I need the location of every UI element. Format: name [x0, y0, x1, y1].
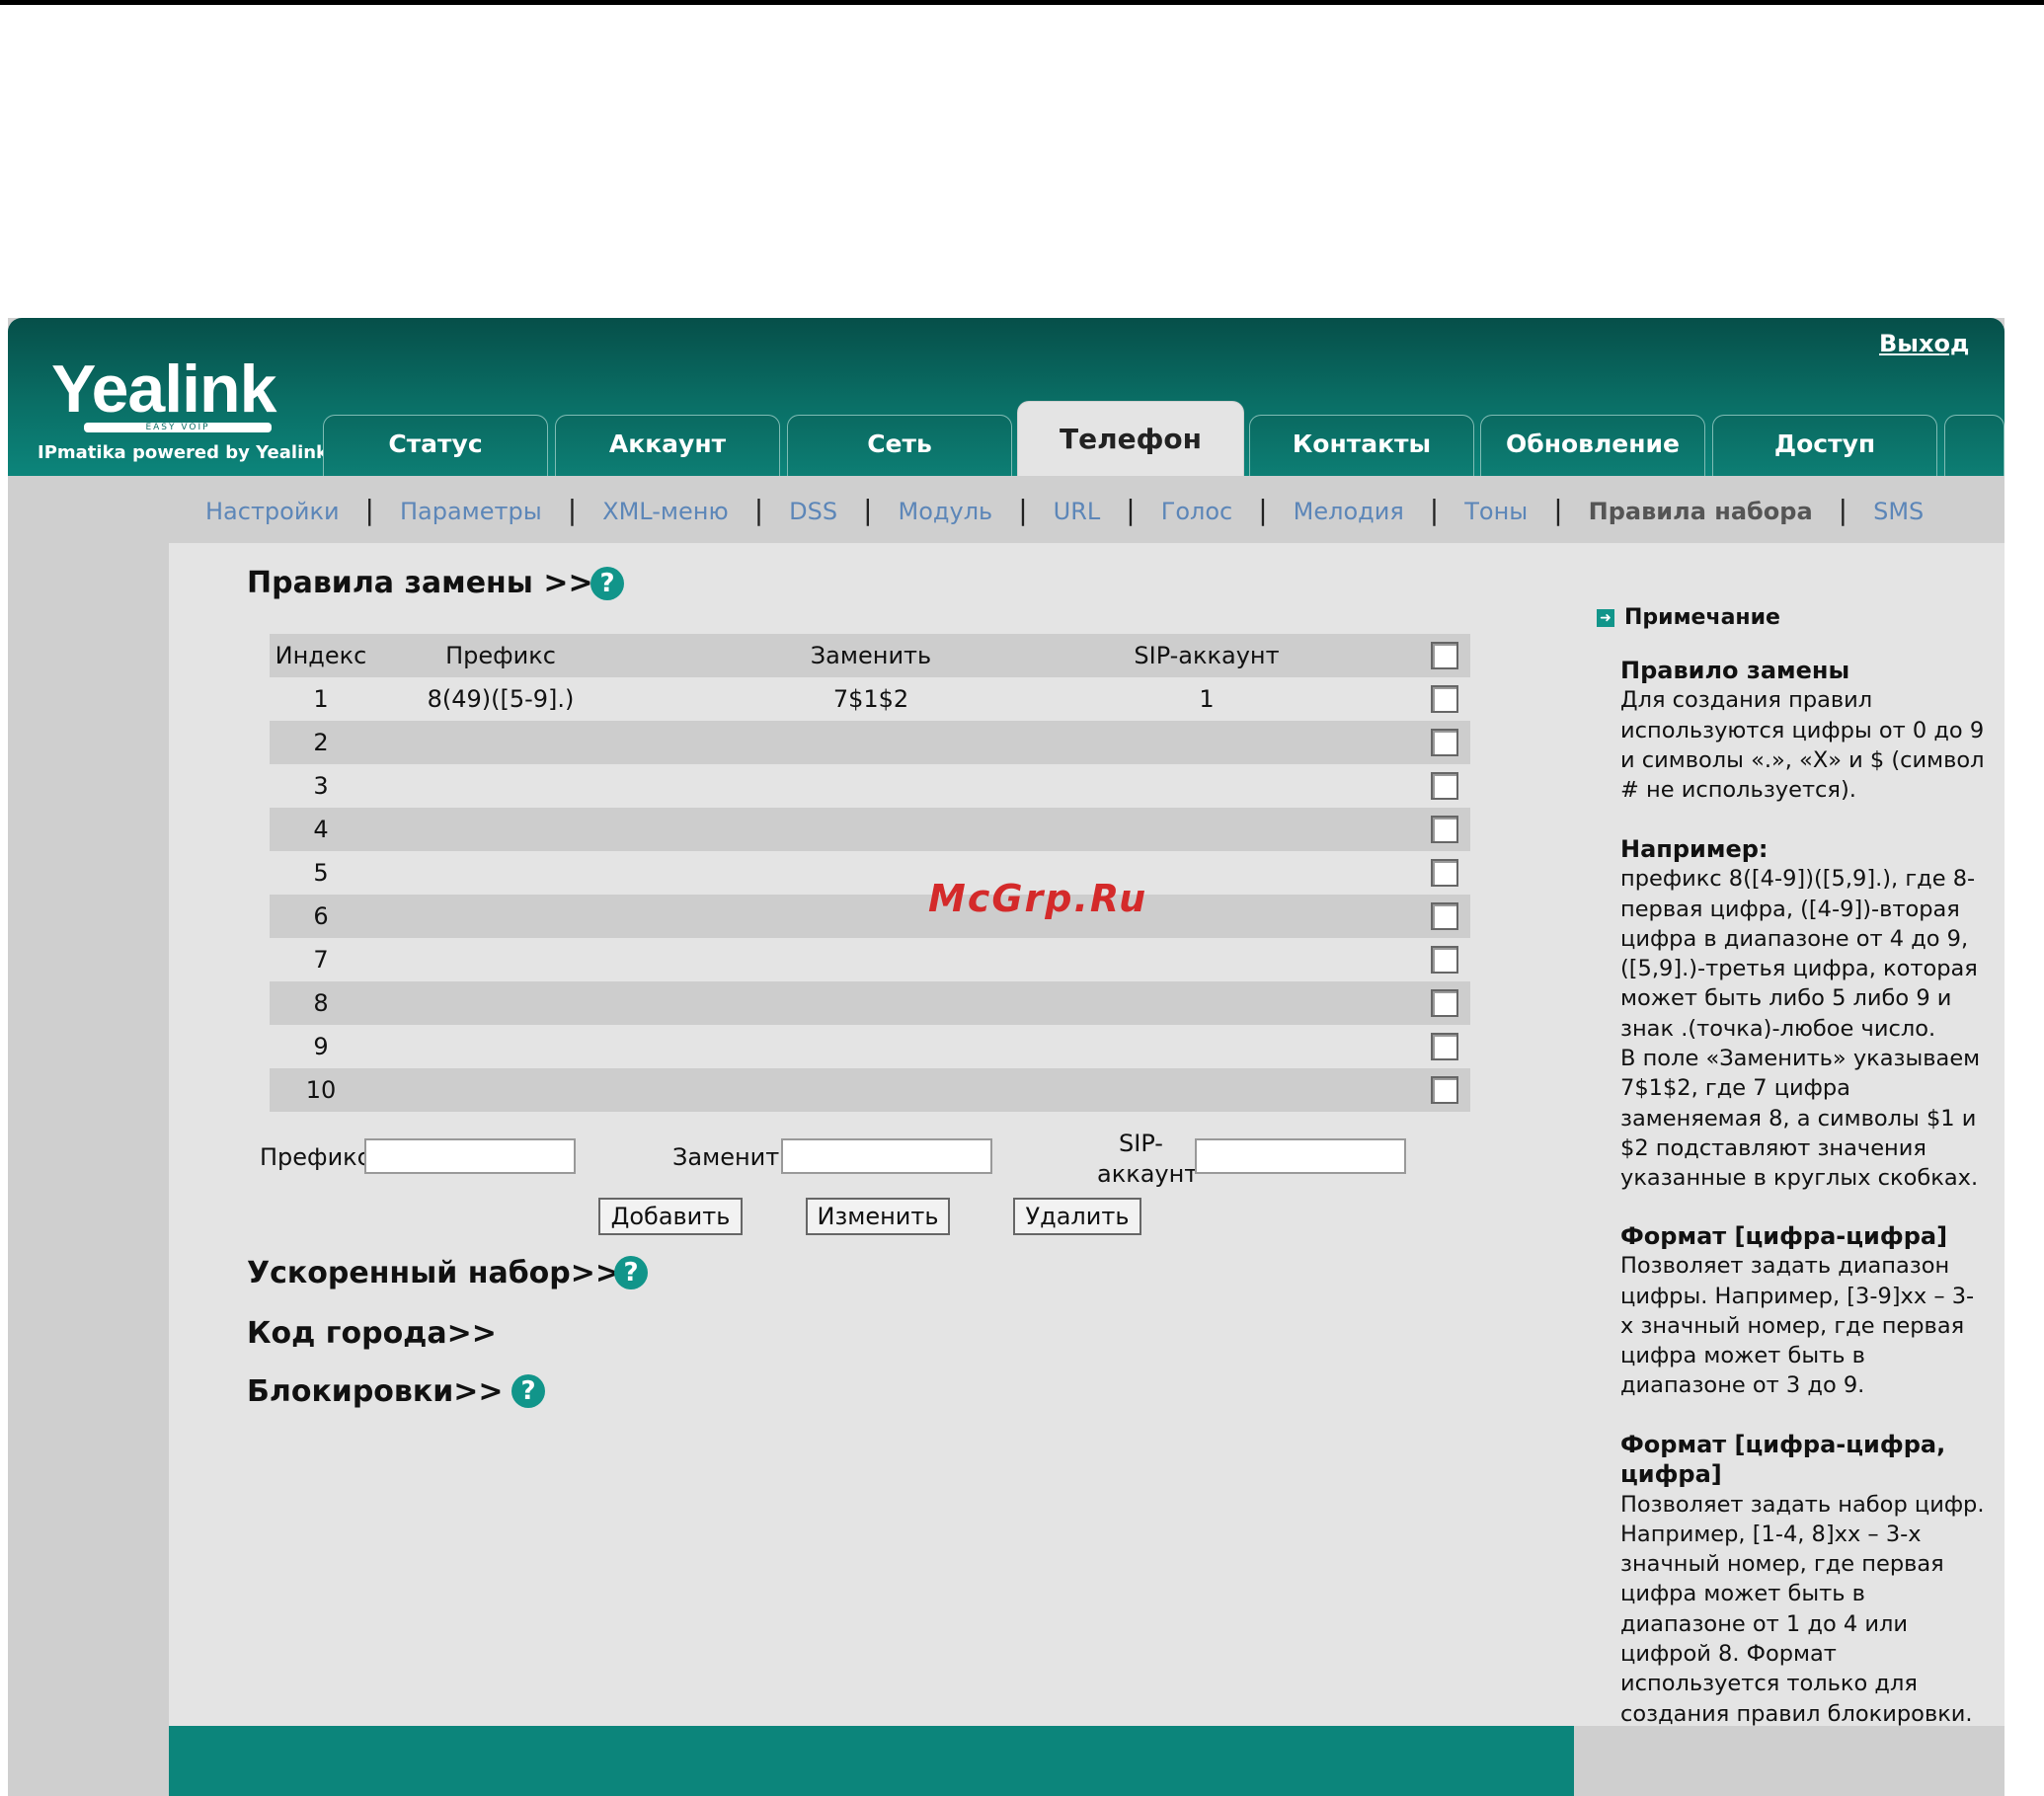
row-checkbox[interactable]: [1431, 772, 1458, 800]
logo-subtitle: IPmatika powered by Yealink: [38, 442, 329, 463]
header-sip-account: SIP-аккаунт: [1134, 642, 1280, 669]
row-checkbox[interactable]: [1431, 1076, 1458, 1104]
table-row[interactable]: 5: [270, 851, 1470, 895]
subnav-xml-menu[interactable]: XML-меню: [602, 498, 729, 525]
tab-update[interactable]: Обновление: [1480, 415, 1705, 476]
note-heading: ➜ Примечание: [1597, 605, 1780, 630]
table-row[interactable]: 1 8(49)([5-9].) 7$1$2 1: [270, 677, 1470, 721]
help-icon[interactable]: ?: [614, 1256, 648, 1289]
row-checkbox[interactable]: [1431, 946, 1458, 974]
row-checkbox[interactable]: [1431, 859, 1458, 887]
tab-account[interactable]: Аккаунт: [555, 415, 780, 476]
row-checkbox[interactable]: [1431, 1033, 1458, 1060]
select-all-checkbox[interactable]: [1431, 642, 1458, 669]
table-header-row: Индекс Префикс Заменить SIP-аккаунт: [270, 634, 1470, 677]
table-row[interactable]: 8: [270, 981, 1470, 1025]
sip-account-label-line1: SIP-: [1119, 1130, 1163, 1157]
replace-rules-title[interactable]: Правила замены >>: [247, 566, 593, 600]
logo-tagline: EASY VOIP: [84, 423, 272, 432]
logo: Yealink: [51, 351, 276, 427]
row-checkbox[interactable]: [1431, 685, 1458, 713]
speed-dial-title[interactable]: Ускоренный набор>>: [247, 1256, 620, 1290]
table-row[interactable]: 3: [270, 764, 1470, 808]
subnav-parameters[interactable]: Параметры: [400, 498, 542, 525]
table-row[interactable]: 10: [270, 1068, 1470, 1112]
replace-rules-table: Индекс Префикс Заменить SIP-аккаунт 1 8(4…: [270, 634, 1470, 1112]
top-black-bar: [0, 0, 2044, 5]
tab-contacts[interactable]: Контакты: [1249, 415, 1474, 476]
tab-more-edge: [1944, 415, 2005, 476]
prefix-label: Префикс: [260, 1143, 370, 1171]
watermark: McGrp.Ru: [928, 877, 1148, 920]
sip-account-label-line2: аккаунт: [1097, 1160, 1199, 1188]
subnav-module[interactable]: Модуль: [899, 498, 993, 525]
header-index: Индекс: [275, 642, 367, 669]
arrow-icon: ➜: [1597, 609, 1614, 627]
row-checkbox[interactable]: [1431, 729, 1458, 756]
row-checkbox[interactable]: [1431, 989, 1458, 1017]
note-block-example: Например: префикс 8([4-9])([5,9].), где …: [1620, 835, 1981, 1192]
subnav-dss[interactable]: DSS: [789, 498, 837, 525]
header-replace: Заменить: [810, 642, 932, 669]
replace-label: Заменить: [672, 1143, 794, 1171]
tab-status[interactable]: Статус: [323, 415, 548, 476]
subnav-tones[interactable]: Тоны: [1464, 498, 1528, 525]
logout-link[interactable]: Выход: [1879, 330, 1969, 357]
note-block-set-format: Формат [цифра-цифра, цифра] Позволяет за…: [1620, 1431, 1985, 1727]
prefix-input[interactable]: [364, 1138, 576, 1174]
tab-network[interactable]: Сеть: [787, 415, 1012, 476]
area-code-title[interactable]: Код города>>: [247, 1316, 497, 1351]
delete-button[interactable]: Удалить: [1013, 1198, 1141, 1235]
subnav-settings[interactable]: Настройки: [205, 498, 340, 525]
add-button[interactable]: Добавить: [598, 1198, 743, 1235]
table-row[interactable]: 6: [270, 895, 1470, 938]
edit-button[interactable]: Изменить: [806, 1198, 950, 1235]
subnav-sms[interactable]: SMS: [1873, 498, 1924, 525]
note-block-replace: Правило замены Для создания правил испол…: [1620, 657, 1985, 804]
footer-bar: [169, 1726, 1574, 1796]
row-checkbox[interactable]: [1431, 902, 1458, 930]
subnav-dial-plan[interactable]: Правила набора: [1589, 498, 1813, 525]
table-row[interactable]: 4: [270, 808, 1470, 851]
replace-input[interactable]: [781, 1138, 992, 1174]
header-prefix: Префикс: [445, 642, 556, 669]
row-checkbox[interactable]: [1431, 816, 1458, 843]
sub-navigation: Настройки | Параметры | XML-меню | DSS | Модуль |…: [8, 476, 2005, 543]
tab-access[interactable]: Доступ: [1712, 415, 1937, 476]
subnav-url[interactable]: URL: [1054, 498, 1101, 525]
tab-phone[interactable]: Телефон: [1017, 401, 1244, 476]
table-row[interactable]: 9: [270, 1025, 1470, 1068]
blocking-title[interactable]: Блокировки>>: [247, 1374, 504, 1409]
subnav-voice[interactable]: Голос: [1161, 498, 1233, 525]
table-row[interactable]: 2: [270, 721, 1470, 764]
table-row[interactable]: 7: [270, 938, 1470, 981]
note-block-range-format: Формат [цифра-цифра] Позволяет задать ди…: [1620, 1222, 1975, 1399]
help-icon[interactable]: ?: [511, 1374, 545, 1408]
subnav-ringtone[interactable]: Мелодия: [1294, 498, 1404, 525]
help-icon[interactable]: ?: [590, 567, 624, 600]
sip-account-input[interactable]: [1195, 1138, 1406, 1174]
